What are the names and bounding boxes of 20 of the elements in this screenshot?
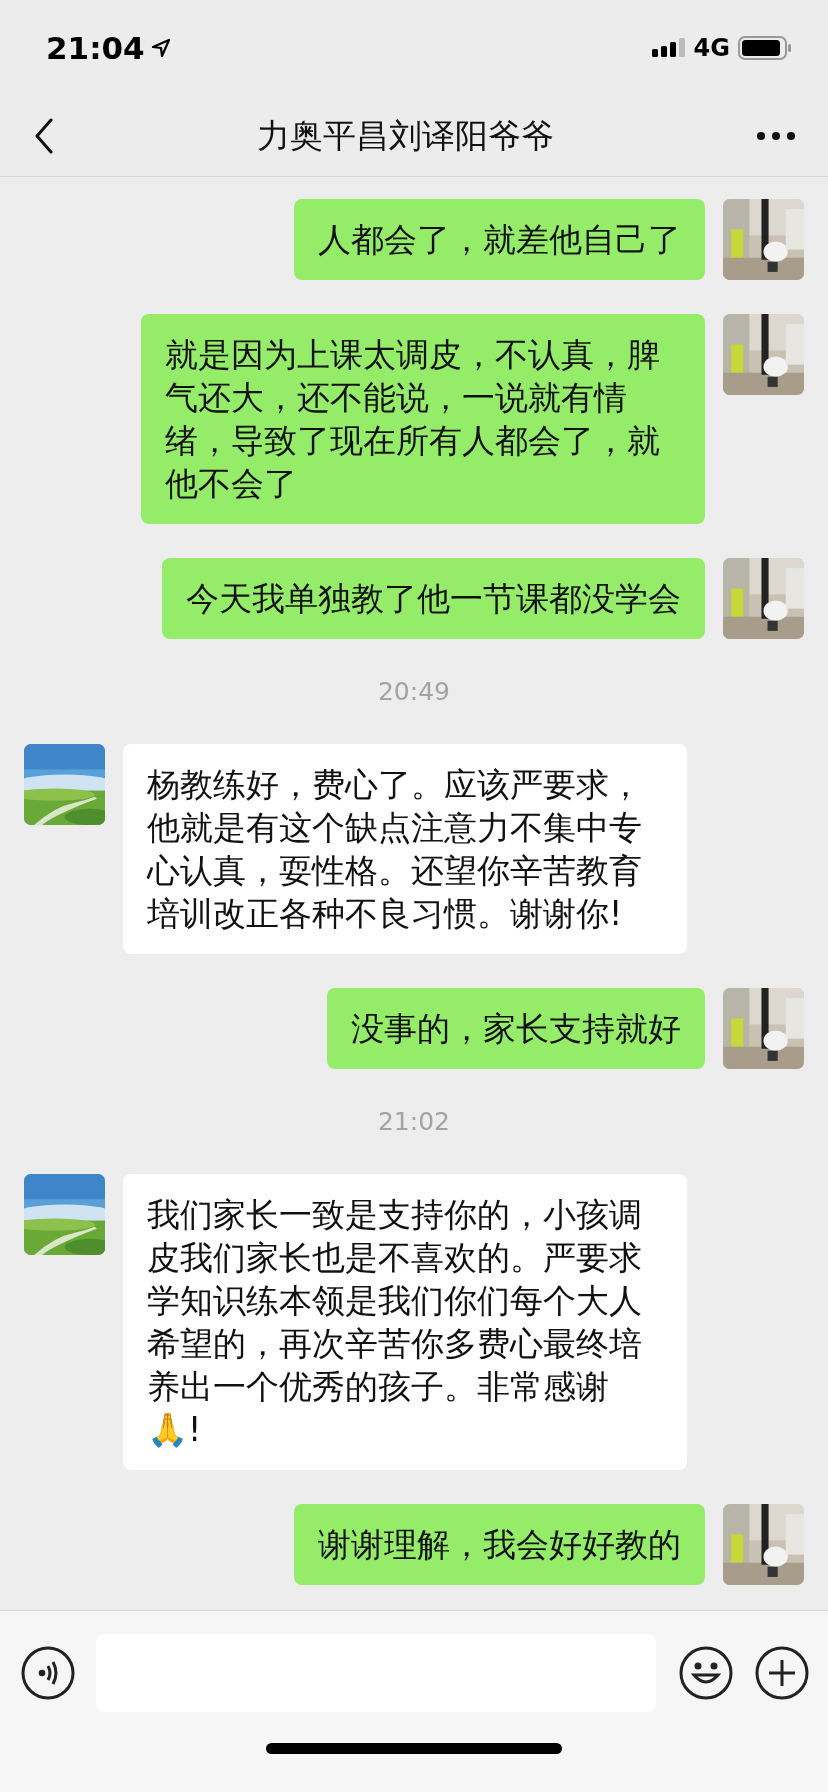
- message-bubble: 没事的，家长支持就好: [327, 988, 705, 1069]
- network-label: 4G: [693, 34, 730, 62]
- more-icon[interactable]: [756, 131, 796, 141]
- message-bubble: 我们家长一致是支持你的，小孩调皮我们家长也是不喜欢的。严要求学知识练本领是我们你们每个大人希望的，再次辛苦你多费心最终培养出一个优秀的孩子。非常感谢🙏!: [123, 1174, 687, 1470]
- emoji-icon[interactable]: [678, 1645, 734, 1701]
- chat-title: 力奥平昌刘译阳爷爷: [256, 114, 554, 157]
- message-bubble: 今天我单独教了他一节课都没学会: [162, 558, 705, 639]
- message-time: 20:49: [377, 677, 450, 706]
- battery-icon: [738, 36, 792, 60]
- location-arrow-icon: [150, 38, 171, 58]
- message-bubble: 人都会了，就差他自己了: [294, 199, 705, 280]
- plus-icon[interactable]: [754, 1645, 810, 1701]
- voice-icon[interactable]: [20, 1645, 76, 1701]
- back-icon[interactable]: [34, 118, 54, 154]
- message-bubble: 就是因为上课太调皮，不认真，脾气还大，还不能说，一说就有情绪，导致了现在所有人都会了，就他不会了: [141, 314, 705, 524]
- status-time: 21:04: [46, 30, 145, 66]
- message-bubble: 杨教练好，费心了。应该严要求，他就是有这个缺点注意力不集中专心认真，耍性格。还望你辛苦教育培训改正各种不良习惯。谢谢你!: [123, 744, 687, 954]
- message-bubble: 谢谢理解，我会好好教的: [294, 1504, 705, 1585]
- signal-icon: [651, 38, 686, 58]
- message-time: 21:02: [377, 1107, 450, 1136]
